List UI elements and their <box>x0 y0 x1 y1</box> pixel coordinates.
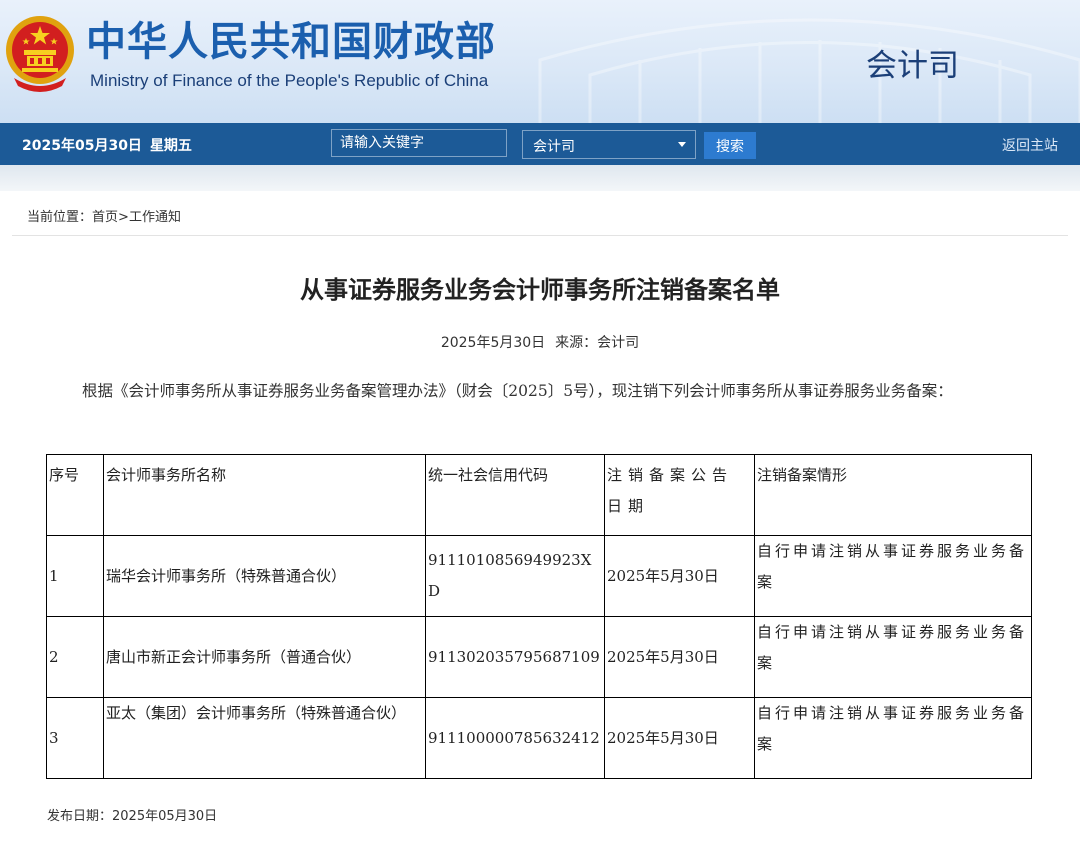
header-cell-notice-date: 注销备案公告日期 <box>604 454 755 536</box>
home-link[interactable]: 返回主站 <box>1002 135 1058 155</box>
breadcrumb-label: 当前位置： <box>27 210 93 225</box>
cell-situation: 自行申请注销从事证券服务业务备案 <box>754 616 1032 698</box>
publish-date-value: 2025年05月30日 <box>112 809 218 824</box>
table-row: 2 唐山市新正会计师事务所（普通合伙） 911302035795687109 2… <box>46 616 1032 698</box>
search-scope-select[interactable]: 会计司 <box>522 130 696 159</box>
article-intro: 根据《会计师事务所从事证券服务业务备案管理办法》（财会〔2025〕5号），现注销… <box>82 382 953 400</box>
deregistration-table: 序号 会计师事务所名称 统一社会信用代码 注销备案公告日期 注销备案情形 1 瑞… <box>46 454 1032 779</box>
header-cell-credit-code: 统一社会信用代码 <box>425 454 605 536</box>
article-meta: 2025年5月30日 来源：会计司 <box>0 332 1080 352</box>
department-name: 会计司 <box>866 48 959 84</box>
publish-date-label: 发布日期： <box>47 809 113 824</box>
article-title: 从事证券服务业务会计师事务所注销备案名单 <box>300 276 780 304</box>
cell-index: 1 <box>46 535 104 617</box>
nav-bar: 2025年05月30日星期五 会计司 搜索 返回主站 <box>0 123 1080 165</box>
breadcrumb-separator: > <box>118 210 129 225</box>
breadcrumb-section-link[interactable]: 工作通知 <box>129 210 181 225</box>
site-header: 中华人民共和国财政部 Ministry of Finance of the Pe… <box>0 0 1080 123</box>
cell-situation: 自行申请注销从事证券服务业务备案 <box>754 697 1032 779</box>
building-watermark-icon <box>538 18 1080 123</box>
header-cell-index: 序号 <box>46 454 104 536</box>
header-cell-situation: 注销备案情形 <box>754 454 1032 536</box>
table-header-row: 序号 会计师事务所名称 统一社会信用代码 注销备案公告日期 注销备案情形 <box>46 454 1032 536</box>
search-input[interactable] <box>331 129 507 157</box>
cell-firm-name: 唐山市新正会计师事务所（普通合伙） <box>103 616 426 698</box>
header-cell-firm-name: 会计师事务所名称 <box>103 454 426 536</box>
cell-notice-date: 2025年5月30日 <box>604 616 755 698</box>
table-row: 3 亚太（集团）会计师事务所（特殊普通合伙） 91110000078563241… <box>46 697 1032 779</box>
article-date: 2025年5月30日 <box>440 335 546 351</box>
table-row: 1 瑞华会计师事务所（特殊普通合伙） 9111010856949923XD 20… <box>46 535 1032 617</box>
site-title: 中华人民共和国财政部 <box>86 19 496 65</box>
cell-situation: 自行申请注销从事证券服务业务备案 <box>754 535 1032 617</box>
cell-firm-name: 亚太（集团）会计师事务所（特殊普通合伙） <box>103 697 426 779</box>
source-label: 来源： <box>555 335 598 351</box>
cell-credit-code: 9111010856949923XD <box>425 535 605 617</box>
current-date: 2025年05月30日 星期五 <box>22 135 192 155</box>
article-source: 会计司 <box>597 335 640 351</box>
search-scope-value: 会计司 <box>533 139 575 155</box>
breadcrumb: 当前位置：首页>工作通知 <box>12 193 1068 236</box>
cell-firm-name: 瑞华会计师事务所（特殊普通合伙） <box>103 535 426 617</box>
date-text: 2025年05月30日 <box>22 138 142 154</box>
chevron-down-icon <box>678 142 686 147</box>
nav-shadow <box>0 165 1080 191</box>
cell-credit-code: 911100000785632412 <box>425 697 605 779</box>
search-button[interactable]: 搜索 <box>704 132 756 159</box>
cell-credit-code: 911302035795687109 <box>425 616 605 698</box>
national-emblem-icon <box>6 16 74 92</box>
cell-notice-date: 2025年5月30日 <box>604 697 755 779</box>
cell-index: 3 <box>46 697 104 779</box>
cell-index: 2 <box>46 616 104 698</box>
site-title-english: Ministry of Finance of the People's Repu… <box>90 71 489 90</box>
cell-notice-date: 2025年5月30日 <box>604 535 755 617</box>
publish-date: 发布日期：2025年05月30日 <box>47 805 217 824</box>
weekday-text: 星期五 <box>149 138 192 154</box>
breadcrumb-home-link[interactable]: 首页 <box>92 210 118 225</box>
